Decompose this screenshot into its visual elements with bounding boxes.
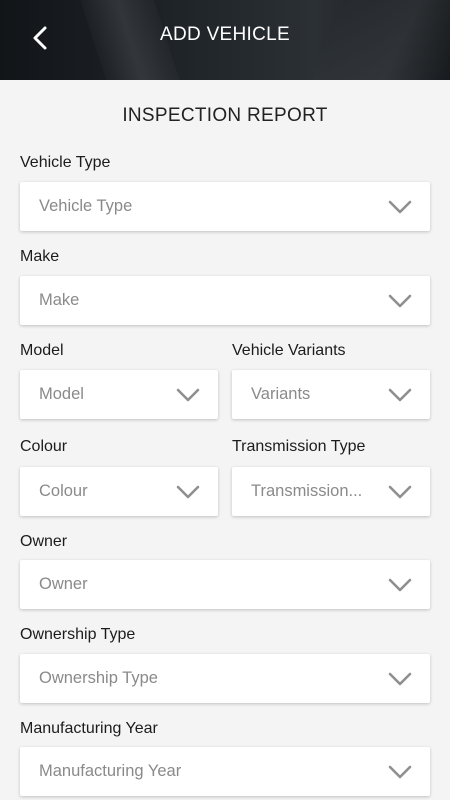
owner-value: Owner xyxy=(39,575,88,593)
chevron-down-icon xyxy=(388,388,412,402)
chevron-down-icon xyxy=(388,294,412,308)
transmission-label: Transmission Type xyxy=(232,438,366,455)
manufacturing-year-label: Manufacturing Year xyxy=(20,720,158,737)
vehicle-type-dropdown[interactable]: Vehicle Type xyxy=(20,182,430,231)
make-dropdown[interactable]: Make xyxy=(20,276,430,325)
ownership-type-label: Ownership Type xyxy=(20,626,136,643)
make-label: Make xyxy=(20,248,60,265)
ownership-type-value: Ownership Type xyxy=(39,669,158,687)
transmission-dropdown[interactable]: Transmission... xyxy=(232,467,430,516)
transmission-value: Transmission... xyxy=(251,482,363,500)
variants-dropdown[interactable]: Variants xyxy=(232,370,430,419)
vehicle-type-label: Vehicle Type xyxy=(20,154,111,171)
page-title: INSPECTION REPORT xyxy=(122,105,328,126)
model-dropdown[interactable]: Model xyxy=(20,370,218,419)
chevron-down-icon xyxy=(388,485,412,499)
owner-dropdown[interactable]: Owner xyxy=(20,560,430,609)
app-header: ADD VEHICLE xyxy=(0,0,450,80)
variants-value: Variants xyxy=(251,385,311,403)
chevron-down-icon xyxy=(388,765,412,779)
chevron-down-icon xyxy=(176,388,200,402)
chevron-down-icon xyxy=(176,485,200,499)
colour-label: Colour xyxy=(20,438,68,455)
header-title: ADD VEHICLE xyxy=(159,24,290,45)
manufacturing-year-dropdown[interactable]: Manufacturing Year xyxy=(20,747,430,796)
owner-label: Owner xyxy=(20,533,68,550)
ownership-type-dropdown[interactable]: Ownership Type xyxy=(20,654,430,703)
manufacturing-year-value: Manufacturing Year xyxy=(39,762,182,780)
chevron-down-icon xyxy=(388,672,412,686)
model-label: Model xyxy=(20,342,64,359)
colour-value: Colour xyxy=(39,482,88,500)
chevron-down-icon xyxy=(388,200,412,214)
make-value: Make xyxy=(39,291,80,309)
vehicle-type-value: Vehicle Type xyxy=(39,197,133,215)
colour-dropdown[interactable]: Colour xyxy=(20,467,218,516)
model-value: Model xyxy=(39,385,84,403)
variants-label: Vehicle Variants xyxy=(232,342,346,359)
chevron-down-icon xyxy=(388,578,412,592)
